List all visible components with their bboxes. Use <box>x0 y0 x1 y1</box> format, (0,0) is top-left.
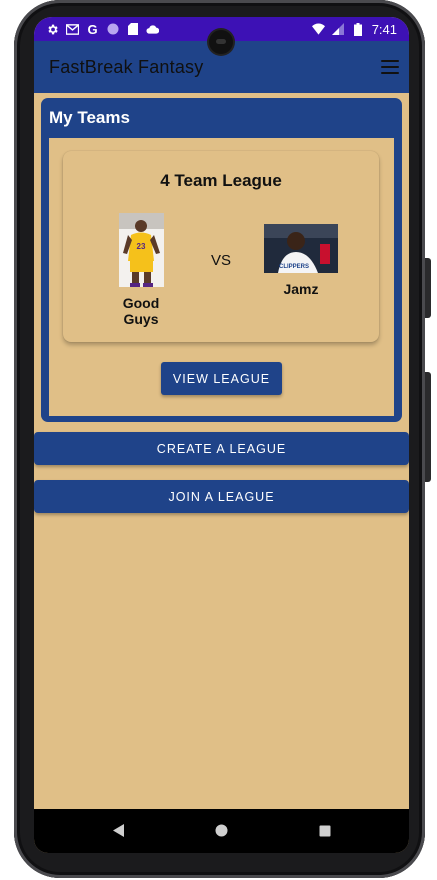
status-right-icons: 7:41 <box>311 21 397 37</box>
front-camera <box>209 30 233 54</box>
svg-text:23: 23 <box>136 242 145 251</box>
volume-button <box>425 258 431 318</box>
clippers-player-photo: CLIPPERS <box>264 224 338 273</box>
battery-icon <box>352 22 365 36</box>
app-screen: G 7:41 FastBreak Fantasy My Teams 4 Team… <box>34 17 409 853</box>
power-button <box>425 372 431 482</box>
signal-icon <box>332 23 345 36</box>
cloud-icon <box>146 23 159 36</box>
team-away[interactable]: CLIPPERS Jamz <box>261 224 341 297</box>
settings-icon <box>46 23 59 36</box>
my-teams-panel: My Teams 4 Team League 23 Good Guys VS C… <box>41 98 402 422</box>
gmail-icon <box>66 23 79 36</box>
vs-label: VS <box>211 252 232 269</box>
status-left-icons: G <box>46 21 159 37</box>
home-icon[interactable] <box>215 824 228 842</box>
recents-icon[interactable] <box>319 824 331 842</box>
view-league-button[interactable]: VIEW LEAGUE <box>161 362 282 395</box>
team-away-name: Jamz <box>283 281 319 297</box>
my-teams-heading: My Teams <box>49 108 130 127</box>
league-card[interactable]: 4 Team League 23 Good Guys VS CLIPPERS J… <box>63 151 379 342</box>
team-home-name: Good Guys <box>122 295 160 327</box>
status-time: 7:41 <box>371 21 397 37</box>
my-teams-content: 4 Team League 23 Good Guys VS CLIPPERS J… <box>49 138 394 416</box>
app-title: FastBreak Fantasy <box>49 56 204 77</box>
back-icon[interactable] <box>113 824 125 842</box>
system-nav-bar <box>34 809 409 853</box>
circle-icon <box>106 23 119 36</box>
join-league-button[interactable]: JOIN A LEAGUE <box>34 480 409 513</box>
league-name: 4 Team League <box>160 171 282 190</box>
sd-card-icon <box>126 23 139 36</box>
team-home[interactable]: 23 Good Guys <box>104 213 178 327</box>
hamburger-menu-icon[interactable] <box>381 60 399 74</box>
google-icon: G <box>87 21 98 37</box>
create-league-button[interactable]: CREATE A LEAGUE <box>34 432 409 465</box>
wifi-icon <box>311 23 325 36</box>
lakers-player-photo: 23 <box>118 213 164 287</box>
svg-text:CLIPPERS: CLIPPERS <box>279 264 309 270</box>
